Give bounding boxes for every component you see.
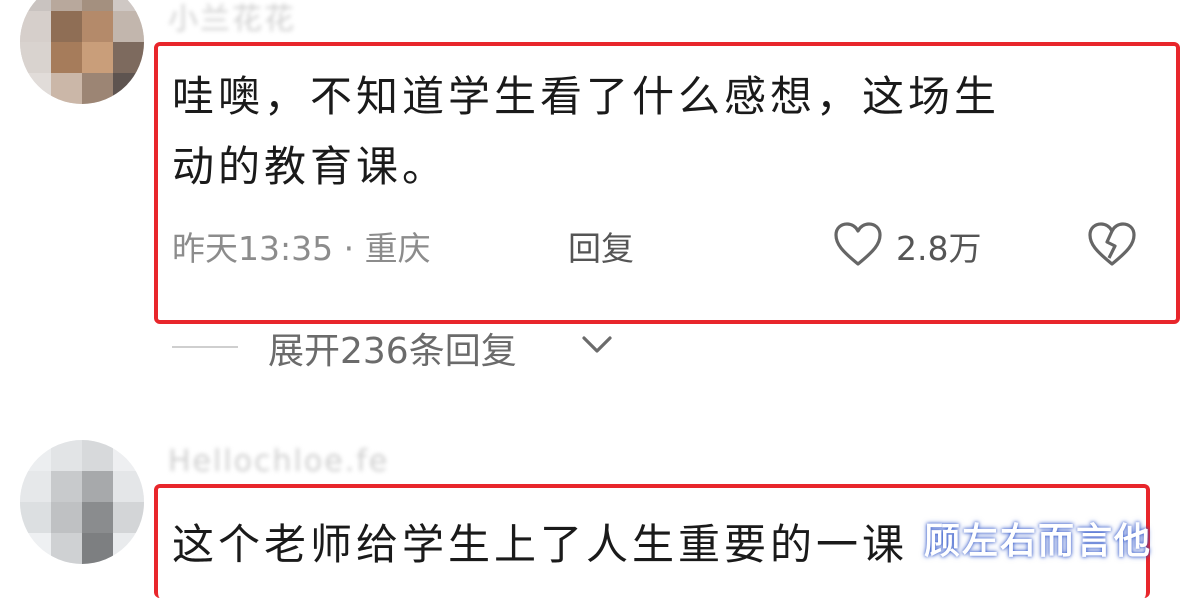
username[interactable]: 小兰花花 [168,0,296,38]
heart-icon[interactable] [832,220,884,268]
broken-heart-icon[interactable] [1086,220,1138,268]
comment-time-location: 昨天13:35 · 重庆 [172,229,431,268]
username[interactable]: Hellochloe.fe [168,444,389,479]
avatar[interactable] [20,0,144,104]
watermark: 顾左右而言他 [924,521,1153,562]
like-count: 2.8万 [896,229,982,268]
chevron-down-icon[interactable] [580,334,614,356]
avatar[interactable] [20,440,144,564]
thread-divider [172,346,238,348]
comment-text-line-1: 哇噢，不知道学生看了什么感想，这场生 [172,72,1001,121]
comment-text-line-2: 动的教育课。 [172,142,449,191]
expand-replies-button[interactable]: 展开236条回复 [268,322,517,374]
comment-text: 这个老师给学生上了人生重要的一课 [172,520,909,569]
blurred-avatar-image [20,440,144,564]
blurred-avatar-image [20,0,144,104]
reply-button[interactable]: 回复 [568,222,634,270]
